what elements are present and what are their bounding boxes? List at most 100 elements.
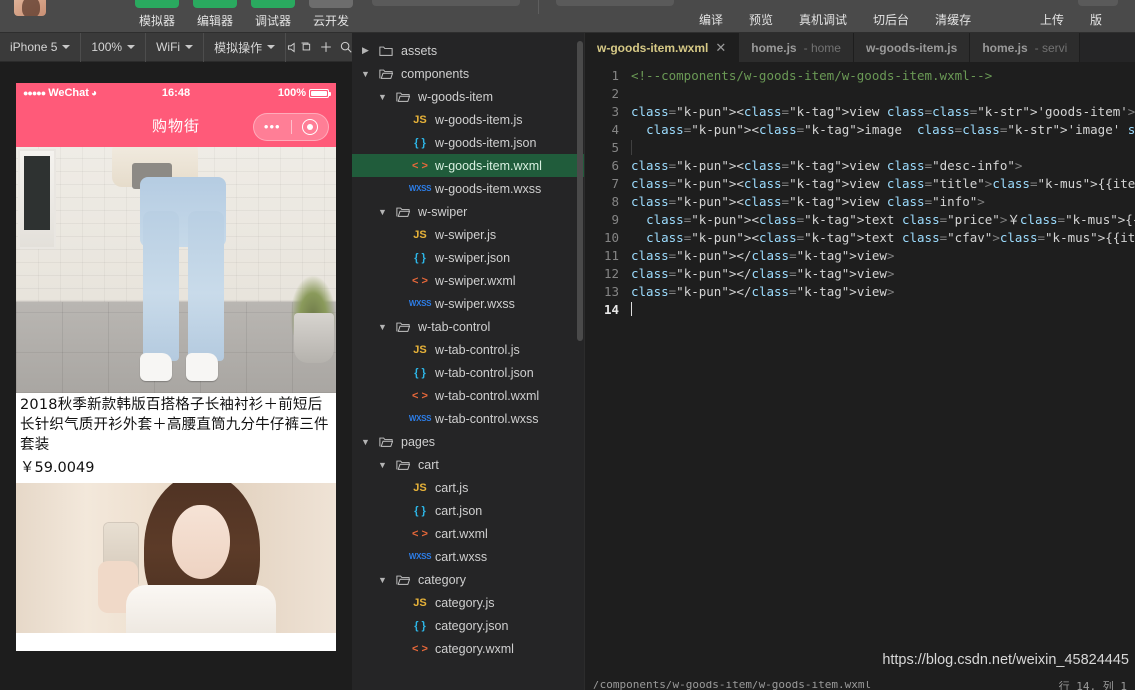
editor-tab-home-js[interactable]: home.js - servi [970,33,1081,62]
tree-folder-category[interactable]: ▼ category [352,568,584,591]
tree-file-cart.wxss[interactable]: WXSS cart.wxss [352,545,584,568]
tree-item-label: w-goods-item.json [435,135,537,150]
tree-file-category.wxml[interactable]: < > category.wxml [352,637,584,660]
line-number: 4 [611,122,619,137]
code-line[interactable]: 8 class="k-pun"><class="k-tag">view class… [585,193,1135,211]
tree-scrollbar[interactable] [577,41,583,341]
screen-icon[interactable] [299,33,313,62]
tree-folder-assets[interactable]: ▶ assets [352,39,584,62]
code-line[interactable]: 14 [585,301,1135,319]
tree-file-w-tab-control.js[interactable]: JS w-tab-control.js [352,338,584,361]
action-remote-debug[interactable]: 真机调试 [799,11,847,28]
chevron-down-icon[interactable]: ▼ [377,322,388,332]
status-cursor: 行 14, 列 1 [1058,681,1127,690]
close-icon[interactable]: ✕ [715,40,726,56]
toolbar-button-cloud[interactable]: 云开发 [307,0,355,29]
tree-folder-w-goods-item[interactable]: ▼ w-goods-item [352,85,584,108]
code-line[interactable]: 7 class="k-pun"><class="k-tag">view class… [585,175,1135,193]
code-line[interactable]: 2 [585,85,1135,103]
toolbar-compile-mode-pill[interactable] [556,0,674,6]
code-line[interactable]: 5 [585,139,1135,157]
chevron-right-icon[interactable]: ▶ [360,45,371,56]
toolbar-button-editor[interactable]: 编辑器 [191,0,239,29]
tree-item-label: category.js [435,595,495,610]
tree-file-w-swiper.wxml[interactable]: < > w-swiper.wxml [352,269,584,292]
code-line[interactable]: 9 class="k-pun"><class="k-tag">text clas… [585,211,1135,229]
editor-tab-home-js[interactable]: home.js - home [739,33,854,62]
tree-folder-cart[interactable]: ▼ cart [352,453,584,476]
chevron-down-icon[interactable]: ▼ [377,575,388,585]
js-file-icon: JS [413,228,427,241]
file-tree[interactable]: ▶ assets ▼ components ▼ w-goods-item JS w-goods… [352,33,584,690]
phone-screen: ●●●●● WeChat ◕ 16:48 100% 购物街 ••• 2018秋季… [16,83,336,651]
json-file-icon: { } [414,366,426,379]
action-compile[interactable]: 编译 [699,11,723,28]
editor-tab-sublabel: - servi [1034,40,1068,55]
tree-file-w-goods-item.js[interactable]: JS w-goods-item.js [352,108,584,131]
tree-file-w-goods-item.wxml[interactable]: < > w-goods-item.wxml [352,154,584,177]
tree-file-cart.js[interactable]: JS cart.js [352,476,584,499]
toolbar-button-simulator[interactable]: 模拟器 [133,0,181,29]
tree-file-w-tab-control.json[interactable]: { } w-tab-control.json [352,361,584,384]
editor-tab-w-goods-item-js[interactable]: w-goods-item.js [853,33,971,62]
toolbar-search-pill[interactable] [372,0,520,6]
code-line-text: class="k-pun"></class="k-tag">view> [631,284,895,299]
tree-folder-pages[interactable]: ▼ pages [352,430,584,453]
gesture-selector[interactable]: 模拟操作 [204,32,287,62]
tree-folder-w-swiper[interactable]: ▼ w-swiper [352,200,584,223]
code-line[interactable]: 12 class="k-pun"></class="k-tag">view> [585,265,1135,283]
tree-file-w-tab-control.wxml[interactable]: < > w-tab-control.wxml [352,384,584,407]
action-clear-cache[interactable]: 清缓存 [935,11,971,28]
device-selector[interactable]: iPhone 5 [0,32,82,62]
editor-tab-w-goods-item-wxml[interactable]: w-goods-item.wxml ✕ [585,33,740,62]
action-preview[interactable]: 预览 [749,11,773,28]
tree-file-category.js[interactable]: JS category.js [352,591,584,614]
tree-file-w-goods-item.wxss[interactable]: WXSS w-goods-item.wxss [352,177,584,200]
code-line-text: <!--components/w-goods-item/w-goods-item… [631,68,993,83]
capsule-close-icon[interactable] [292,119,329,135]
tree-file-category.json[interactable]: { } category.json [352,614,584,637]
goods-title: 2018秋季新款韩版百搭格子长袖衬衫＋前短后长针织气质开衫外套＋高腰直筒九分牛仔… [20,397,329,453]
tree-file-w-swiper.js[interactable]: JS w-swiper.js [352,223,584,246]
chevron-down-icon[interactable]: ▼ [360,69,371,79]
code-line[interactable]: 11 class="k-pun"></class="k-tag">view> [585,247,1135,265]
action-version-clipped[interactable]: 版 [1090,11,1102,28]
code-line[interactable]: 1 <!--components/w-goods-item/w-goods-ite… [585,67,1135,85]
chevron-down-icon[interactable]: ▼ [377,92,388,102]
zoom-selector[interactable]: 100% [81,32,147,62]
chevron-down-icon[interactable]: ▼ [377,460,388,470]
code-line[interactable]: 13 class="k-pun"></class="k-tag">view> [585,283,1135,301]
action-background[interactable]: 切后台 [873,11,909,28]
volume-icon[interactable] [286,33,299,62]
toolbar-button-label: 调试器 [254,14,291,28]
tree-file-w-tab-control.wxss[interactable]: WXSS w-tab-control.wxss [352,407,584,430]
tree-folder-components[interactable]: ▼ components [352,62,584,85]
page-body[interactable]: 2018秋季新款韩版百搭格子长袖衬衫＋前短后长针织气质开衫外套＋高腰直筒九分牛仔… [16,147,336,651]
code-line[interactable]: 6 class="k-pun"><class="k-tag">view class… [585,157,1135,175]
tree-file-w-goods-item.json[interactable]: { } w-goods-item.json [352,131,584,154]
capsule-more-icon[interactable]: ••• [254,120,291,133]
folder-icon [393,206,413,218]
chevron-down-icon[interactable]: ▼ [377,207,388,217]
chevron-down-icon[interactable]: ▼ [360,437,371,447]
plus-icon[interactable] [319,33,333,62]
code-line[interactable]: 4 class="k-pun"><class="k-tag">image cla… [585,121,1135,139]
tree-file-w-swiper.json[interactable]: { } w-swiper.json [352,246,584,269]
code-area[interactable]: 1 <!--components/w-goods-item/w-goods-ite… [585,62,1135,690]
tree-file-w-swiper.wxss[interactable]: WXSS w-swiper.wxss [352,292,584,315]
user-avatar[interactable] [14,0,46,16]
tree-item-label: w-goods-item [418,89,494,104]
code-line[interactable]: 3 class="k-pun"><class="k-tag">view class… [585,103,1135,121]
tree-file-cart.json[interactable]: { } cart.json [352,499,584,522]
status-path: /components/w-goods-item/w-goods-item.wx… [593,681,872,690]
code-line[interactable]: 10 class="k-pun"><class="k-tag">text cla… [585,229,1135,247]
tree-folder-w-tab-control[interactable]: ▼ w-tab-control [352,315,584,338]
action-upload[interactable]: 上传 [1040,11,1064,28]
goods-image-primary[interactable] [16,147,336,393]
tree-file-cart.wxml[interactable]: < > cart.wxml [352,522,584,545]
wechat-capsule[interactable]: ••• [253,113,329,141]
search-icon[interactable] [339,33,353,62]
toolbar-button-debugger[interactable]: 调试器 [249,0,297,29]
goods-image-secondary[interactable] [16,483,336,633]
network-selector[interactable]: WiFi [146,32,205,62]
